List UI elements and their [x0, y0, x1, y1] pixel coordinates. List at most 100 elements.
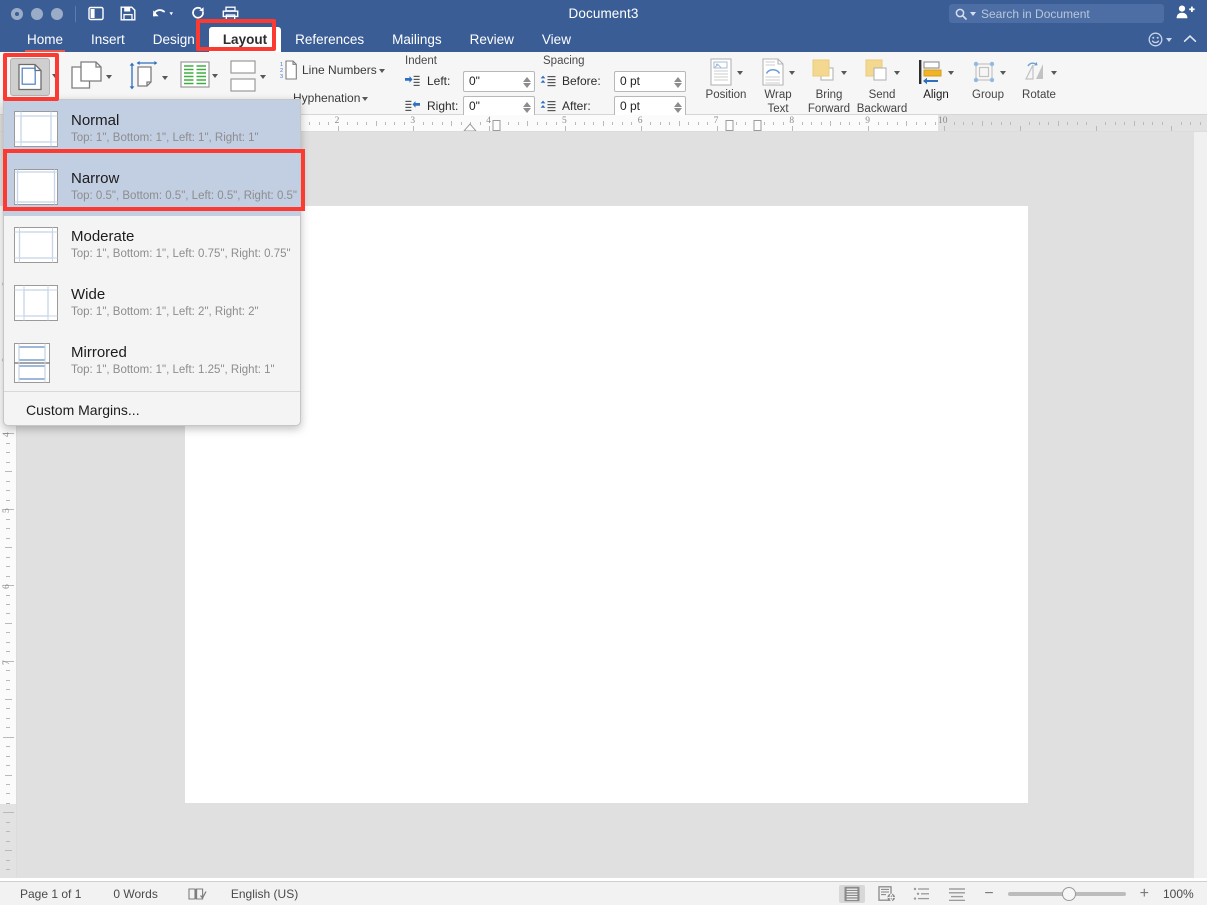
hyphenation-button[interactable]: Hyphenation: [293, 91, 369, 105]
indent-left-stepper-down[interactable]: [523, 82, 531, 88]
indent-right-input[interactable]: 0": [463, 95, 535, 117]
menu-item-normal[interactable]: Normal Top: 1", Bottom: 1", Left: 1", Ri…: [4, 100, 300, 158]
maximize-button[interactable]: [51, 7, 63, 20]
bring-forward-button[interactable]: Bring Forward: [803, 55, 855, 115]
ribbon-right-controls: [1148, 27, 1197, 52]
tab-home[interactable]: Home: [13, 27, 77, 52]
position-chevron-down-icon[interactable]: [737, 70, 743, 75]
line-numbers-chevron-down-icon[interactable]: [378, 69, 385, 73]
zoom-slider[interactable]: [1007, 886, 1126, 901]
group-chevron-down-icon[interactable]: [1000, 70, 1006, 75]
send-backward-button[interactable]: Send Backward: [856, 55, 908, 115]
undo-icon[interactable]: [150, 4, 176, 23]
wrap-text-chevron-down-icon[interactable]: [789, 70, 795, 75]
wrap-text-button[interactable]: Wrap Text: [752, 55, 804, 115]
collapse-ribbon-chevron-up-icon[interactable]: [1183, 31, 1197, 49]
size-chevron-down-icon[interactable]: [162, 76, 168, 80]
search-icon: [955, 8, 976, 20]
tab-insert[interactable]: Insert: [77, 27, 139, 52]
indent-left-input[interactable]: 0": [463, 70, 535, 92]
print-icon[interactable]: [221, 4, 240, 23]
web-layout-icon[interactable]: [874, 885, 900, 903]
rotate-button[interactable]: Rotate: [1013, 55, 1065, 102]
breaks-chevron-down-icon[interactable]: [260, 75, 266, 79]
spacing-before-stepper-up[interactable]: [674, 76, 682, 82]
spacing-after-stepper-up[interactable]: [674, 101, 682, 107]
align-chevron-down-icon[interactable]: [948, 70, 954, 75]
spacing-before-input[interactable]: 0 pt: [614, 70, 686, 92]
margins-icon: [18, 63, 42, 91]
menu-item-mirrored[interactable]: Mirrored Top: 1", Bottom: 1", Left: 1.25…: [4, 332, 300, 390]
indent-left-stepper-up[interactable]: [523, 76, 531, 82]
status-right-controls: − + 100%: [839, 884, 1199, 903]
position-icon: [710, 57, 732, 86]
smiley-feedback-icon[interactable]: [1148, 32, 1172, 47]
right-indent-marker[interactable]: [725, 118, 734, 131]
send-backward-chevron-down-icon[interactable]: [894, 70, 900, 75]
indent-right-icon: [405, 100, 422, 112]
search-input[interactable]: Search in Document: [949, 4, 1164, 23]
window-controls: [11, 7, 63, 20]
margins-dropdown-menu[interactable]: Normal Top: 1", Bottom: 1", Left: 1", Ri…: [3, 99, 301, 426]
spacing-after-input[interactable]: 0 pt: [614, 95, 686, 117]
menu-item-custom-margins[interactable]: Custom Margins...: [4, 393, 300, 425]
zoom-slider-thumb[interactable]: [1061, 886, 1076, 901]
menu-item-wide[interactable]: Wide Top: 1", Bottom: 1", Left: 2", Righ…: [4, 274, 300, 332]
vertical-scrollbar[interactable]: [1194, 132, 1207, 878]
minimize-button[interactable]: [31, 7, 43, 20]
indent-right-stepper-down[interactable]: [523, 107, 531, 113]
indent-right-stepper-up[interactable]: [523, 101, 531, 107]
menu-item-moderate[interactable]: Moderate Top: 1", Bottom: 1", Left: 0.75…: [4, 216, 300, 274]
wrap-text-icon: [762, 57, 784, 86]
draft-icon[interactable]: [944, 885, 970, 903]
zoom-out-button[interactable]: −: [984, 885, 993, 903]
indent-right-value: 0": [469, 99, 480, 113]
align-button[interactable]: Align: [910, 55, 962, 102]
size-button[interactable]: [128, 60, 168, 94]
position-button[interactable]: Position: [700, 55, 752, 102]
search-chevron-down-icon[interactable]: [970, 11, 976, 16]
orientation-button[interactable]: [70, 60, 112, 92]
page-count-label: Page 1 of 1: [20, 886, 82, 901]
left-indent-marker[interactable]: [492, 118, 501, 131]
columns-button[interactable]: [180, 61, 218, 88]
margins-chevron-down-icon[interactable]: [52, 74, 58, 78]
spacing-after-stepper-down[interactable]: [674, 107, 682, 113]
tab-layout[interactable]: Layout: [208, 27, 282, 52]
tab-references[interactable]: References: [281, 27, 378, 52]
share-person-icon[interactable]: [1175, 4, 1195, 23]
menu-item-narrow[interactable]: Narrow Top: 0.5", Bottom: 0.5", Left: 0.…: [4, 158, 300, 216]
orientation-chevron-down-icon[interactable]: [106, 75, 112, 79]
redo-icon[interactable]: [189, 4, 208, 23]
menu-item-normal-name: Normal: [71, 112, 120, 129]
tab-review[interactable]: Review: [456, 27, 528, 52]
zoom-in-button[interactable]: +: [1140, 885, 1149, 903]
first-line-indent-marker[interactable]: [463, 119, 477, 131]
close-button[interactable]: [11, 7, 23, 20]
ruler-number: 9: [865, 116, 870, 126]
proofing-icon[interactable]: [188, 887, 207, 901]
save-icon[interactable]: [118, 4, 137, 23]
spacing-after-icon: [540, 100, 557, 112]
rotate-chevron-down-icon[interactable]: [1051, 70, 1057, 75]
outline-icon[interactable]: [909, 885, 935, 903]
spacing-before-stepper-down[interactable]: [674, 82, 682, 88]
tab-view[interactable]: View: [528, 27, 585, 52]
spacing-after-value: 0 pt: [620, 99, 641, 113]
indent-left-value: 0": [469, 74, 480, 88]
line-numbers-button[interactable]: 123 Line Numbers: [280, 60, 385, 80]
menu-item-moderate-desc: Top: 1", Bottom: 1", Left: 0.75", Right:…: [71, 248, 291, 260]
sidebar-icon[interactable]: [86, 4, 105, 23]
tab-stop-marker[interactable]: [753, 118, 762, 131]
margins-button[interactable]: [10, 58, 50, 96]
document-page[interactable]: [185, 206, 1028, 803]
narrow-margin-preview-icon: [14, 169, 58, 205]
breaks-button[interactable]: [228, 60, 266, 92]
group-button[interactable]: Group: [962, 55, 1014, 102]
print-layout-icon[interactable]: [839, 884, 866, 903]
hyphenation-chevron-down-icon[interactable]: [362, 97, 369, 101]
columns-chevron-down-icon[interactable]: [212, 73, 218, 78]
tab-mailings[interactable]: Mailings: [378, 27, 456, 52]
bring-forward-chevron-down-icon[interactable]: [841, 70, 847, 75]
tab-design[interactable]: Design: [139, 27, 209, 52]
